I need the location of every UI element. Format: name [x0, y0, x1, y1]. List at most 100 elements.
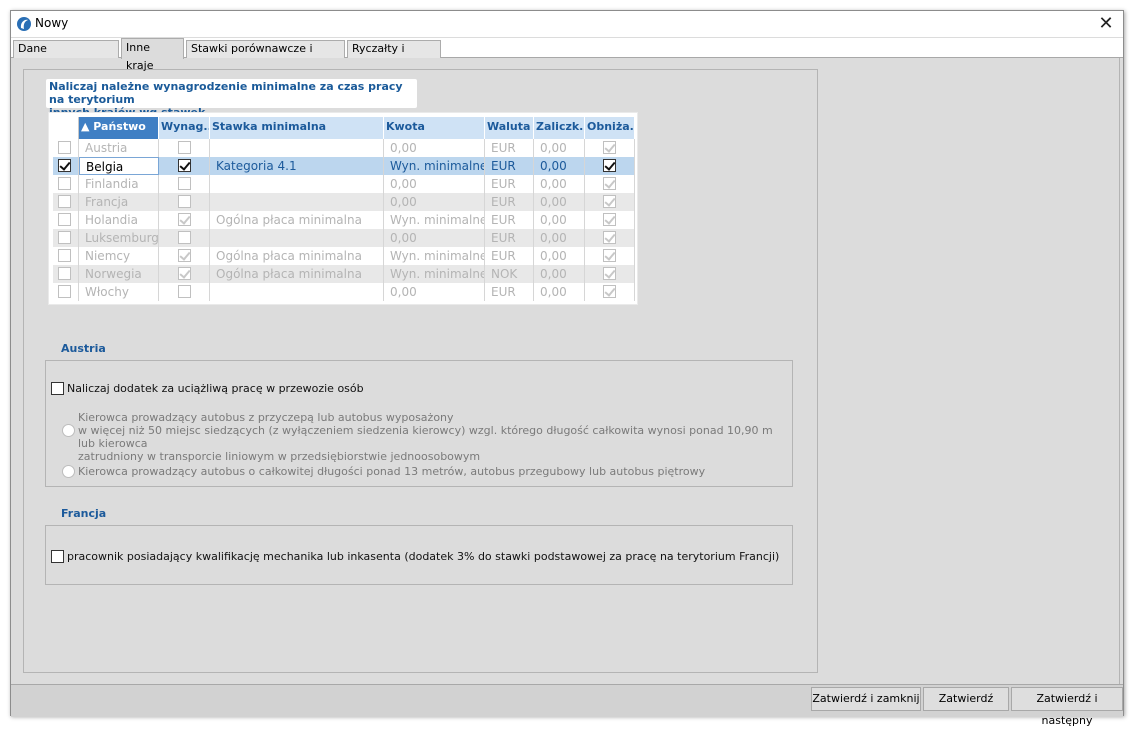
- cell-waluta[interactable]: EUR: [485, 247, 534, 265]
- checkbox[interactable]: [603, 177, 616, 190]
- cell-waluta[interactable]: EUR: [485, 157, 534, 175]
- cell-wynagrodzenie-checkbox[interactable]: [159, 265, 210, 283]
- row-select-cell[interactable]: [53, 247, 79, 265]
- francja-checkbox[interactable]: [51, 550, 64, 563]
- checkbox[interactable]: [178, 177, 191, 190]
- cell-kwota[interactable]: 0,00: [384, 193, 485, 211]
- checkbox[interactable]: [178, 195, 191, 208]
- cell-kwota[interactable]: Wyn. minimalne: [384, 157, 485, 175]
- row-select-checkbox[interactable]: [58, 249, 71, 262]
- cell-zaliczka[interactable]: 0,00: [534, 265, 585, 283]
- cell-obnizanie-checkbox[interactable]: [585, 157, 635, 175]
- cell-zaliczka[interactable]: 0,00: [534, 229, 585, 247]
- checkbox[interactable]: [178, 213, 191, 226]
- row-select-checkbox[interactable]: [58, 231, 71, 244]
- cell-obnizanie-checkbox[interactable]: [585, 283, 635, 301]
- cell-obnizanie-checkbox[interactable]: [585, 247, 635, 265]
- cell-waluta[interactable]: NOK: [485, 265, 534, 283]
- cell-zaliczka[interactable]: 0,00: [534, 139, 585, 157]
- header-waluta[interactable]: Waluta: [485, 117, 534, 139]
- cell-country[interactable]: Austria: [79, 139, 159, 157]
- cell-wynagrodzenie-checkbox[interactable]: [159, 283, 210, 301]
- checkbox[interactable]: [178, 267, 191, 280]
- tab-ryczalty-premie[interactable]: Ryczałty i premie: [347, 40, 441, 71]
- cell-obnizanie-checkbox[interactable]: [585, 211, 635, 229]
- tab-stawki-porownawcze[interactable]: Stawki porównawcze i urlopy: [186, 40, 345, 71]
- countries-grid[interactable]: ▲ Państwo Wynag... Stawka minimalna Kwot…: [49, 113, 637, 304]
- cell-obnizanie-checkbox[interactable]: [585, 229, 635, 247]
- cell-wynagrodzenie-checkbox[interactable]: [159, 211, 210, 229]
- table-row[interactable]: Norwegia Ogólna płaca minimalna Wyn. minim…: [53, 265, 635, 283]
- table-row[interactable]: Włochy 0,00 EUR 0,00: [53, 283, 635, 301]
- checkbox[interactable]: [178, 231, 191, 244]
- checkbox[interactable]: [603, 195, 616, 208]
- cell-wynagrodzenie-checkbox[interactable]: [159, 247, 210, 265]
- row-select-cell[interactable]: [53, 157, 79, 175]
- checkbox[interactable]: [178, 159, 191, 172]
- row-select-cell[interactable]: [53, 139, 79, 157]
- cell-country[interactable]: Włochy: [79, 283, 159, 301]
- cell-zaliczka[interactable]: 0,00: [534, 157, 585, 175]
- cell-zaliczka[interactable]: 0,00: [534, 247, 585, 265]
- cell-country[interactable]: Finlandia: [79, 175, 159, 193]
- table-row[interactable]: Finlandia 0,00 EUR 0,00: [53, 175, 635, 193]
- cell-wynagrodzenie-checkbox[interactable]: [159, 175, 210, 193]
- row-select-checkbox[interactable]: [58, 213, 71, 226]
- cell-wynagrodzenie-checkbox[interactable]: [159, 229, 210, 247]
- cell-stawka[interactable]: Ogólna płaca minimalna: [210, 247, 384, 265]
- cell-stawka[interactable]: [210, 139, 384, 157]
- cell-kwota[interactable]: Wyn. minimalne: [384, 247, 485, 265]
- header-zaliczka[interactable]: Zaliczk...: [534, 117, 585, 139]
- checkbox[interactable]: [603, 285, 616, 298]
- row-select-checkbox[interactable]: [58, 141, 71, 154]
- checkbox[interactable]: [178, 285, 191, 298]
- cell-obnizanie-checkbox[interactable]: [585, 175, 635, 193]
- header-select[interactable]: [53, 117, 79, 139]
- header-obnizanie[interactable]: Obniża...: [585, 117, 635, 139]
- row-select-cell[interactable]: [53, 229, 79, 247]
- cell-kwota[interactable]: 0,00: [384, 175, 485, 193]
- cell-country[interactable]: Holandia: [79, 211, 159, 229]
- cell-obnizanie-checkbox[interactable]: [585, 193, 635, 211]
- header-stawka[interactable]: Stawka minimalna: [210, 117, 384, 139]
- cell-country[interactable]: Norwegia: [79, 265, 159, 283]
- cell-obnizanie-checkbox[interactable]: [585, 265, 635, 283]
- checkbox[interactable]: [603, 249, 616, 262]
- row-select-checkbox[interactable]: [58, 267, 71, 280]
- cell-obnizanie-checkbox[interactable]: [585, 139, 635, 157]
- cell-stawka[interactable]: Kategoria 4.1: [210, 157, 384, 175]
- header-wynagrodzenie[interactable]: Wynag...: [159, 117, 210, 139]
- cell-country[interactable]: Francja: [79, 193, 159, 211]
- checkbox[interactable]: [178, 141, 191, 154]
- cell-waluta[interactable]: EUR: [485, 283, 534, 301]
- cell-stawka[interactable]: Ogólna płaca minimalna: [210, 211, 384, 229]
- cell-waluta[interactable]: EUR: [485, 211, 534, 229]
- cell-zaliczka[interactable]: 0,00: [534, 193, 585, 211]
- cell-kwota[interactable]: Wyn. minimalne: [384, 265, 485, 283]
- tab-dane-podstawowe[interactable]: Dane podstawowe: [13, 40, 119, 71]
- confirm-button[interactable]: Zatwierdź: [923, 687, 1009, 711]
- checkbox[interactable]: [603, 267, 616, 280]
- header-panstwo[interactable]: ▲ Państwo: [79, 117, 159, 139]
- cell-wynagrodzenie-checkbox[interactable]: [159, 193, 210, 211]
- austria-radio-1[interactable]: [62, 424, 75, 437]
- row-select-cell[interactable]: [53, 193, 79, 211]
- row-select-checkbox[interactable]: [58, 177, 71, 190]
- cell-waluta[interactable]: EUR: [485, 193, 534, 211]
- cell-zaliczka[interactable]: 0,00: [534, 283, 585, 301]
- row-select-cell[interactable]: [53, 283, 79, 301]
- row-select-checkbox[interactable]: [58, 159, 71, 172]
- cell-kwota[interactable]: 0,00: [384, 139, 485, 157]
- austria-radio-2[interactable]: [62, 465, 75, 478]
- header-kwota[interactable]: Kwota: [384, 117, 485, 139]
- cell-waluta[interactable]: EUR: [485, 175, 534, 193]
- cell-country[interactable]: Niemcy: [79, 247, 159, 265]
- table-row[interactable]: Luksemburg 0,00 EUR 0,00: [53, 229, 635, 247]
- cell-kwota[interactable]: Wyn. minimalne: [384, 211, 485, 229]
- confirm-close-button[interactable]: Zatwierdź i zamknij: [811, 687, 921, 711]
- cell-stawka[interactable]: [210, 229, 384, 247]
- checkbox[interactable]: [178, 249, 191, 262]
- table-row[interactable]: Francja 0,00 EUR 0,00: [53, 193, 635, 211]
- cell-stawka[interactable]: [210, 175, 384, 193]
- tab-inne-kraje[interactable]: Inne kraje: [121, 38, 184, 72]
